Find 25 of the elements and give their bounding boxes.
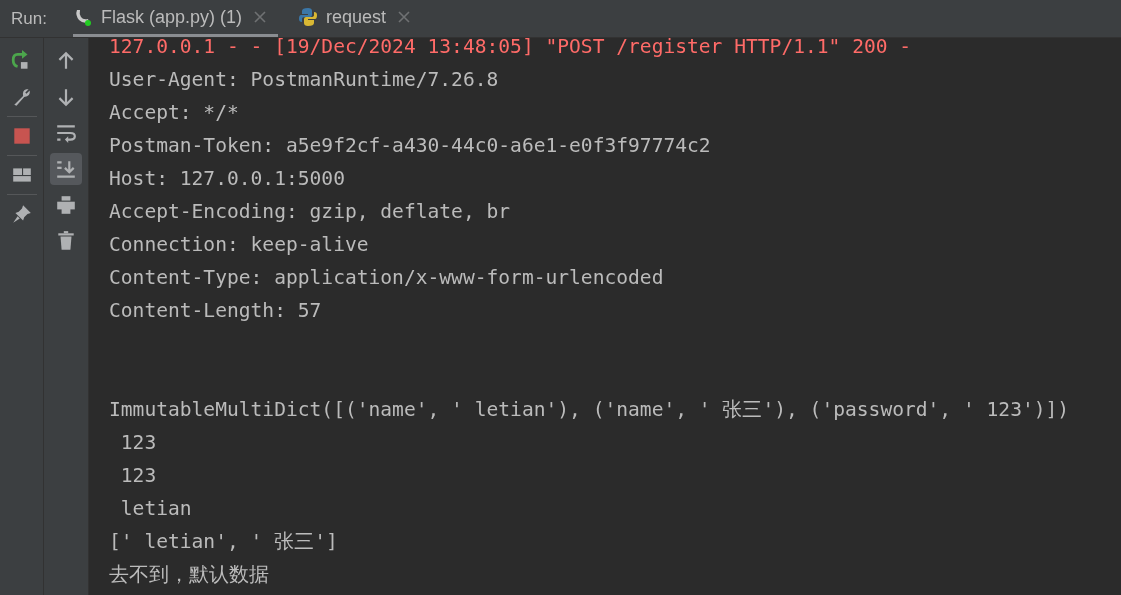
console-line: 123: [119, 463, 158, 489]
scroll-to-end-button[interactable]: [50, 153, 82, 185]
console-line: Host: 127.0.0.1:5000: [109, 166, 346, 192]
console-line: 去不到，默认数据: [109, 562, 270, 588]
console-line: Content-Type: application/x-www-form-urlencoded: [109, 265, 665, 291]
run-tab[interactable]: Flask (app.py) (1): [72, 0, 278, 37]
soft-wrap-icon: [55, 122, 77, 144]
console-line: Content-Length: 57: [109, 298, 323, 324]
console-line: Connection: keep-alive: [109, 232, 370, 258]
console-line: ImmutableMultiDict([('name', ' letian'), ('name', ' 张三'), ('password', ' 123')]): [109, 397, 1070, 423]
console-line: Postman-Token: a5e9f2cf-a430-44c0-a6e1-e0f3f97774c2: [109, 133, 712, 159]
console-line: Accept-Encoding: gzip, deflate, br: [109, 199, 512, 225]
run-label: Run:: [10, 8, 48, 29]
python-icon: [297, 7, 318, 27]
console-line: letian: [119, 496, 193, 522]
printer-icon[interactable]: [55, 194, 77, 216]
console-line: Accept: */*: [109, 100, 240, 126]
console-line: 127.0.0.1 - - [19/Dec/2024 13:48:05] "POST /register HTTP/1.1" 200 -: [109, 34, 913, 60]
console-line: User-Agent: PostmanRuntime/7.26.8: [109, 67, 500, 93]
console-line: 123: [119, 430, 158, 456]
trash-icon[interactable]: [55, 230, 77, 252]
pin-icon[interactable]: [10, 203, 33, 225]
console-line: [' letian', ' 张三']: [109, 529, 339, 555]
scroll-to-end-icon: [55, 158, 77, 180]
run-tab[interactable]: request: [297, 0, 422, 37]
